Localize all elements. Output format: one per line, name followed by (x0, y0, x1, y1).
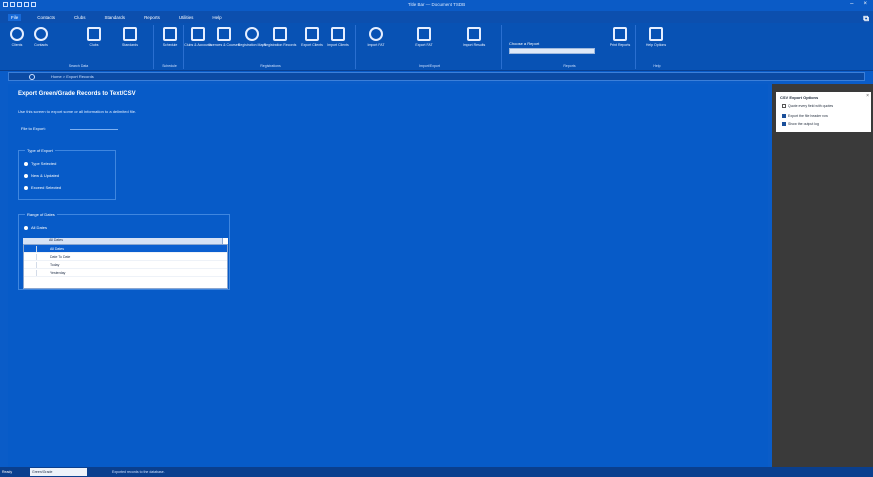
radio-all-dates[interactable]: All Dates (24, 225, 47, 230)
status-message: Exported records to the database. (112, 470, 165, 474)
ribbon: Clients Contacts Clubs Standards Search … (0, 23, 873, 71)
menu-help[interactable]: Help (209, 14, 224, 21)
radio-icon (24, 185, 28, 190)
clubs-icon (87, 27, 101, 41)
help-options-button[interactable]: Help Options (646, 27, 666, 47)
export-clients-button[interactable]: Export Clients (301, 27, 323, 47)
menu-file[interactable]: File (8, 13, 22, 21)
reports-select[interactable] (509, 48, 595, 54)
checkbox[interactable] (782, 114, 786, 118)
options-title: CSV Export Options (780, 95, 819, 100)
reports-label: Choose a Report (509, 41, 540, 46)
import-fat-icon (369, 27, 383, 41)
menu-contacts[interactable]: Contacts (34, 14, 58, 21)
minimize-button[interactable]: – (850, 1, 853, 7)
checkbox[interactable] (782, 104, 786, 108)
menu-bar: File Contacts Clubs Standards Reports Ut… (0, 11, 873, 23)
standards-button[interactable]: Standards (120, 27, 140, 47)
ribbon-group-registrations: Clubs & Accounts Licences & Courses Regi… (184, 25, 356, 69)
contacts-button[interactable]: Contacts (31, 27, 51, 47)
import-clients-button[interactable]: Import Clients (327, 27, 349, 47)
side-panel: CSV Export Options × Quote every field w… (772, 84, 873, 467)
type-of-export-legend: Type of Export (25, 148, 55, 153)
export-icon (305, 27, 319, 41)
licences-courses-button[interactable]: Licences & Courses (208, 27, 240, 47)
window-title: Title Bar — Document TSDB (407, 2, 466, 7)
ribbon-group-reports: Print Reports Reports (504, 25, 636, 69)
radio-new-updated[interactable]: New & Updated (24, 173, 59, 178)
status-bar: Ready Green/Grade Exported records to th… (0, 467, 873, 477)
import-results-icon (467, 27, 481, 41)
dropdown-option[interactable]: Today (24, 261, 227, 269)
file-label: File to Export: (21, 126, 46, 131)
checkbox[interactable] (782, 122, 786, 126)
type-of-export-group: Type of Export Type Selected New & Updat… (18, 148, 116, 200)
menu-utilities[interactable]: Utilities (176, 14, 197, 21)
print-reports-button[interactable]: Print Reports (610, 27, 630, 47)
clients-button[interactable]: Clients (7, 27, 27, 47)
licences-icon (217, 27, 231, 41)
clubs-accounts-icon (191, 27, 205, 41)
radio-icon (24, 173, 28, 178)
window-controls: – × (850, 1, 867, 7)
radio-exceed-selected[interactable]: Exceed Selected (24, 185, 61, 190)
address-text: Home > Export Records (51, 74, 94, 79)
registration-maps-button[interactable]: Registration Maps (238, 27, 266, 47)
date-range-dropdown: All Dates Date To Date Today Yesterday (23, 244, 228, 289)
records-icon (273, 27, 287, 41)
help-icon (649, 27, 663, 41)
search-icon[interactable] (29, 74, 35, 80)
close-icon[interactable]: × (866, 93, 869, 99)
radio-type-selected[interactable]: Type Selected (24, 161, 56, 166)
clubs-accounts-button[interactable]: Clubs & Accounts (184, 27, 212, 47)
clubs-button[interactable]: Clubs (84, 27, 104, 47)
range-of-dates-group: Range of Dates All Dates All Dates All D… (18, 212, 230, 290)
contacts-icon (34, 27, 48, 41)
main-content: Export Green/Grade Records to Text/CSV U… (8, 84, 768, 467)
close-button[interactable]: × (863, 1, 867, 7)
dropdown-option[interactable]: Yesterday (24, 269, 227, 277)
clients-icon (10, 27, 24, 41)
file-input[interactable] (70, 129, 118, 130)
dropdown-option[interactable]: Date To Date (24, 253, 227, 261)
status-ready: Ready (0, 467, 12, 477)
standards-icon (123, 27, 137, 41)
option-quote-fields[interactable]: Quote every field with quotes (782, 104, 833, 108)
page-description: Use this screen to export some or all in… (18, 109, 137, 114)
ribbon-group-search-data: Clients Contacts Clubs Standards Search … (4, 25, 154, 69)
calendar-icon (163, 27, 177, 41)
ribbon-group-import-export: Import FAT Export FAT Import Results Imp… (358, 25, 502, 69)
menu-reports[interactable]: Reports (141, 14, 163, 21)
page-title: Export Green/Grade Records to Text/CSV (18, 91, 136, 97)
monitor-icon (613, 27, 627, 41)
import-results-button[interactable]: Import Results (463, 27, 485, 47)
schedule-button[interactable]: Schedule (160, 27, 180, 47)
menu-clubs[interactable]: Clubs (71, 14, 89, 21)
registration-records-button[interactable]: Registration Records (264, 27, 296, 47)
ribbon-group-help: Help Options Help (638, 25, 676, 69)
import-icon (331, 27, 345, 41)
globe-icon (245, 27, 259, 41)
address-bar[interactable]: Home > Export Records (8, 72, 865, 81)
export-fat-button[interactable]: Export FAT (414, 27, 434, 47)
radio-icon (24, 161, 28, 166)
csv-export-options: CSV Export Options × Quote every field w… (776, 92, 871, 132)
menu-standards[interactable]: Standards (102, 14, 129, 21)
dropdown-option[interactable]: All Dates (24, 245, 227, 253)
option-output-log[interactable]: Show the output log (782, 122, 819, 126)
range-of-dates-legend: Range of Dates (25, 212, 57, 217)
title-bar: Title Bar — Document TSDB – × (0, 0, 873, 11)
radio-icon (24, 225, 28, 230)
ribbon-group-schedule: Schedule Schedule (156, 25, 184, 69)
status-field[interactable]: Green/Grade (30, 468, 87, 476)
export-fat-icon (417, 27, 431, 41)
import-fat-button[interactable]: Import FAT (366, 27, 386, 47)
option-header-row[interactable]: Export the file header row (782, 114, 828, 118)
